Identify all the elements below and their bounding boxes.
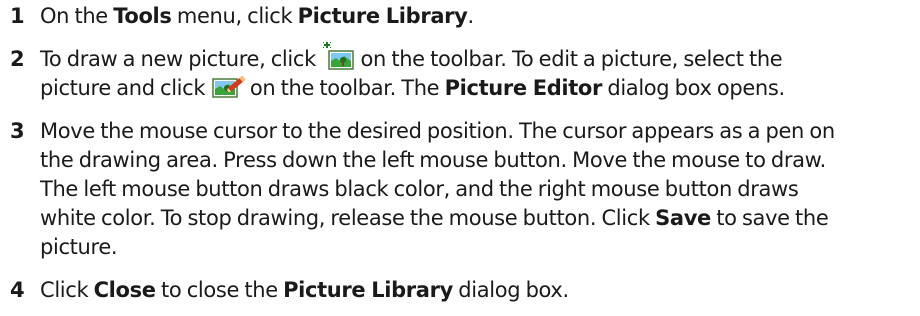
text: on the toolbar. To edit a picture, selec… (355, 47, 783, 71)
instruction-list: 1 On the Tools menu, click Picture Libra… (0, 0, 920, 305)
text: on the toolbar. The (244, 76, 445, 100)
step-2: 2 To draw a new picture, click on the to… (0, 42, 920, 103)
step-line: white color. To stop drawing, release th… (40, 204, 920, 233)
step-line: picture and click on the toolbar. The Pi… (40, 74, 920, 103)
text: On the (40, 4, 114, 28)
step-line: Click Close to close the Picture Library… (40, 276, 920, 305)
button-name-save: Save (655, 206, 711, 230)
button-name-close: Close (93, 278, 156, 302)
text: Click (40, 278, 94, 302)
step-1: 1 On the Tools menu, click Picture Libra… (0, 2, 920, 31)
new-picture-icon (322, 42, 354, 70)
step-line: picture. (40, 235, 118, 259)
step-line: On the Tools menu, click Picture Library… (40, 2, 920, 31)
step-number: 4 (10, 278, 25, 302)
text: to close the (155, 278, 284, 302)
step-line: the drawing area. Press down the left mo… (40, 148, 826, 172)
menu-name-tools: Tools (113, 4, 172, 28)
edit-picture-icon (211, 75, 246, 99)
step-number: 3 (10, 119, 25, 143)
text: To draw a new picture, click (40, 47, 322, 71)
text: white color. To stop drawing, release th… (40, 206, 656, 230)
text: menu, click (171, 4, 298, 28)
step-number: 1 (10, 4, 25, 28)
text: dialog box opens. (602, 76, 785, 100)
menu-item-picture-library: Picture Library (297, 4, 468, 28)
step-4: 4 Click Close to close the Picture Libra… (0, 276, 920, 305)
dialog-name-picture-editor: Picture Editor (444, 76, 603, 100)
text: to save the (710, 206, 829, 230)
text: dialog box. (452, 278, 569, 302)
step-line: Move the mouse cursor to the desired pos… (40, 119, 835, 143)
text: picture and click (40, 76, 211, 100)
step-line: The left mouse button draws black color,… (40, 177, 799, 201)
text: . (467, 4, 475, 28)
dialog-name-picture-library: Picture Library (283, 278, 453, 302)
step-number: 2 (10, 47, 25, 71)
step-3: 3 Move the mouse cursor to the desired p… (0, 117, 920, 262)
step-line: To draw a new picture, click on the tool… (40, 42, 920, 74)
